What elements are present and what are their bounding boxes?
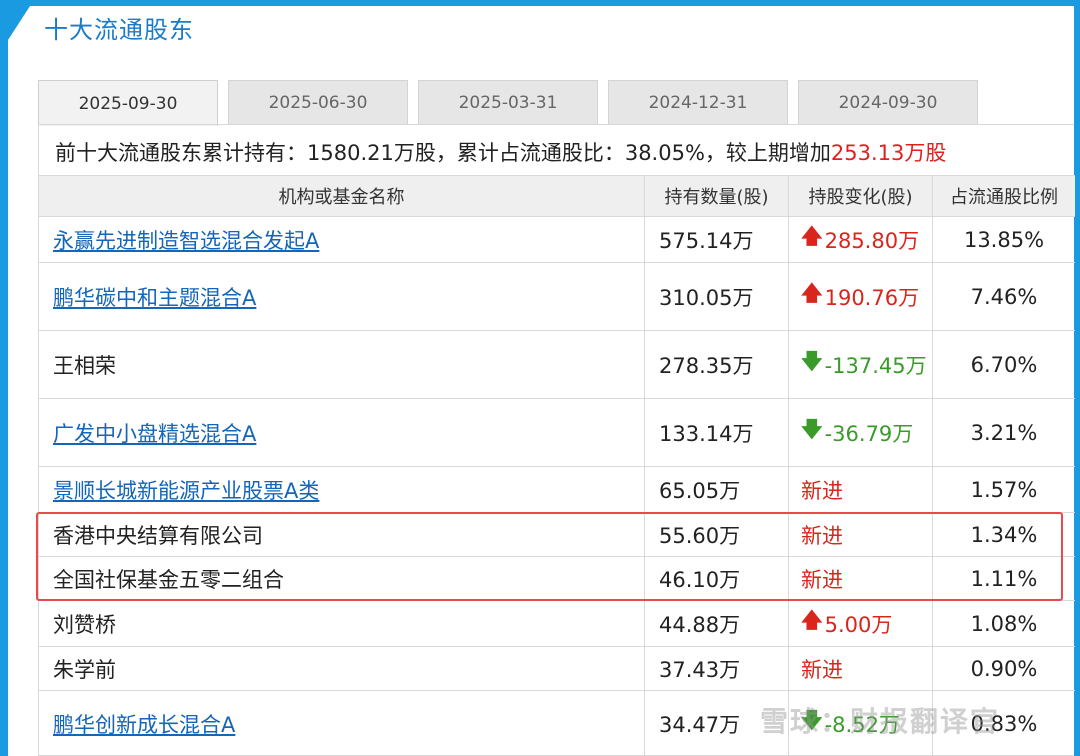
table-row: 广发中小盘精选混合A 133.14万 🡇 -36.79万 3.21% [39,399,1075,467]
cell-name: 广发中小盘精选混合A [39,399,645,466]
change-value: 新进 [801,523,843,548]
cell-name: 鹏华创新成长混合A [39,691,645,756]
shareholder-name: 朱学前 [53,657,116,682]
header-ratio: 占流通股比例 [950,187,1058,208]
change-value: 285.80万 [824,228,920,253]
cell-change: 🡅 5.00万 [789,601,933,646]
corner-decoration [8,6,30,40]
date-tabs: 2025-09-30 2025-06-30 2025-03-31 2024-12… [38,80,988,126]
cell-ratio: 1.57% [970,477,1038,502]
cell-ratio: 1.08% [970,611,1038,636]
watermark: 雪球：财报翻译官 [760,705,1001,738]
cell-change: 新进 [789,513,933,556]
shareholders-table: 机构或基金名称 持有数量(股) 持股变化(股) 占流通股比例 永赢先进制造智选混… [39,175,1075,756]
change-value: -137.45万 [824,353,927,378]
cell-name: 王相荣 [39,331,645,398]
cell-qty: 37.43万 [645,647,789,690]
tab-2024-09-30[interactable]: 2024-09-30 [798,80,978,124]
cell-change: 🡇 -36.79万 [789,399,933,466]
frame-left-border [0,0,8,756]
cell-change: 新进 [789,467,933,512]
cell-change: 新进 [789,647,933,690]
section-title: 十大流通股东 [44,16,194,44]
change-value: 5.00万 [824,612,893,637]
cell-change: 新进 [789,557,933,600]
table-row: 鹏华碳中和主题混合A 310.05万 🡅 190.76万 7.46% [39,263,1075,331]
cell-change: 🡇 -137.45万 [789,331,933,398]
cell-qty: 55.60万 [645,513,789,556]
cell-ratio: 7.46% [970,284,1038,309]
cell-qty: 278.35万 [645,331,789,398]
table-row: 刘赞桥 44.88万 🡅 5.00万 1.08% [39,601,1075,647]
tab-2024-12-31[interactable]: 2024-12-31 [608,80,788,124]
table-row: 朱学前 37.43万 新进 0.90% [39,647,1075,691]
shareholder-link[interactable]: 景顺长城新能源产业股票A类 [53,475,319,505]
header-qty: 持有数量(股) [645,176,789,216]
shareholder-name: 刘赞桥 [53,612,116,637]
change-value: 新进 [801,478,843,503]
summary-increase: 253.13万股 [830,141,947,165]
cell-qty: 310.05万 [645,263,789,330]
tab-2025-03-31[interactable]: 2025-03-31 [418,80,598,124]
cell-qty: 133.14万 [645,399,789,466]
change-value: -36.79万 [824,421,914,446]
cell-ratio: 13.85% [963,227,1045,252]
cell-name: 刘赞桥 [39,601,645,646]
shareholder-link[interactable]: 鹏华碳中和主题混合A [53,282,256,312]
table-row: 永赢先进制造智选混合发起A 575.14万 🡅 285.80万 13.85% [39,217,1075,263]
header-name: 机构或基金名称 [39,176,645,216]
shareholder-name: 全国社保基金五零二组合 [53,567,284,592]
tab-2025-06-30[interactable]: 2025-06-30 [228,80,408,124]
table-row: 全国社保基金五零二组合 46.10万 新进 1.11% [39,557,1075,601]
table-row: 香港中央结算有限公司 55.60万 新进 1.34% [39,513,1075,557]
arrow-down-icon: 🡇 [801,417,823,441]
shareholder-link[interactable]: 永赢先进制造智选混合发起A [53,225,319,255]
cell-ratio: 1.11% [970,566,1038,591]
cell-qty: 575.14万 [645,217,789,262]
arrow-down-icon: 🡇 [801,349,823,373]
table-header: 机构或基金名称 持有数量(股) 持股变化(股) 占流通股比例 [39,175,1075,217]
cell-name: 香港中央结算有限公司 [39,513,645,556]
cell-qty: 65.05万 [645,467,789,512]
change-value: 新进 [801,567,843,592]
cell-name: 永赢先进制造智选混合发起A [39,217,645,262]
arrow-up-icon: 🡅 [801,281,823,305]
cell-name: 全国社保基金五零二组合 [39,557,645,600]
cell-ratio: 1.34% [970,522,1038,547]
shareholder-link[interactable]: 鹏华创新成长混合A [53,709,235,739]
cell-ratio: 0.90% [970,656,1038,681]
table-row: 景顺长城新能源产业股票A类 65.05万 新进 1.57% [39,467,1075,513]
change-value: 新进 [801,657,843,682]
frame-top-border [0,0,1080,6]
tab-2025-09-30[interactable]: 2025-09-30 [38,80,218,126]
cell-name: 朱学前 [39,647,645,690]
table-row: 王相荣 278.35万 🡇 -137.45万 6.70% [39,331,1075,399]
cell-change: 🡅 285.80万 [789,217,933,262]
change-value: 190.76万 [824,285,920,310]
arrow-up-icon: 🡅 [801,608,823,632]
summary-text: 前十大流通股东累计持有：1580.21万股，累计占流通股比：38.05%，较上期… [55,137,946,167]
cell-name: 鹏华碳中和主题混合A [39,263,645,330]
cell-ratio: 3.21% [970,420,1038,445]
cell-change: 🡅 190.76万 [789,263,933,330]
shareholders-panel: 前十大流通股东累计持有：1580.21万股，累计占流通股比：38.05%，较上期… [38,124,1075,756]
cell-qty: 44.88万 [645,601,789,646]
table-body: 永赢先进制造智选混合发起A 575.14万 🡅 285.80万 13.85% 鹏华碳中和主… [39,217,1075,756]
summary-main: 前十大流通股东累计持有：1580.21万股，累计占流通股比：38.05%，较上期… [55,141,831,165]
shareholder-name: 王相荣 [53,353,116,378]
cell-qty: 46.10万 [645,557,789,600]
header-change: 持股变化(股) [789,176,933,216]
shareholder-name: 香港中央结算有限公司 [53,523,263,548]
cell-name: 景顺长城新能源产业股票A类 [39,467,645,512]
cell-ratio: 6.70% [970,352,1038,377]
shareholder-link[interactable]: 广发中小盘精选混合A [53,418,256,448]
arrow-up-icon: 🡅 [801,224,823,248]
